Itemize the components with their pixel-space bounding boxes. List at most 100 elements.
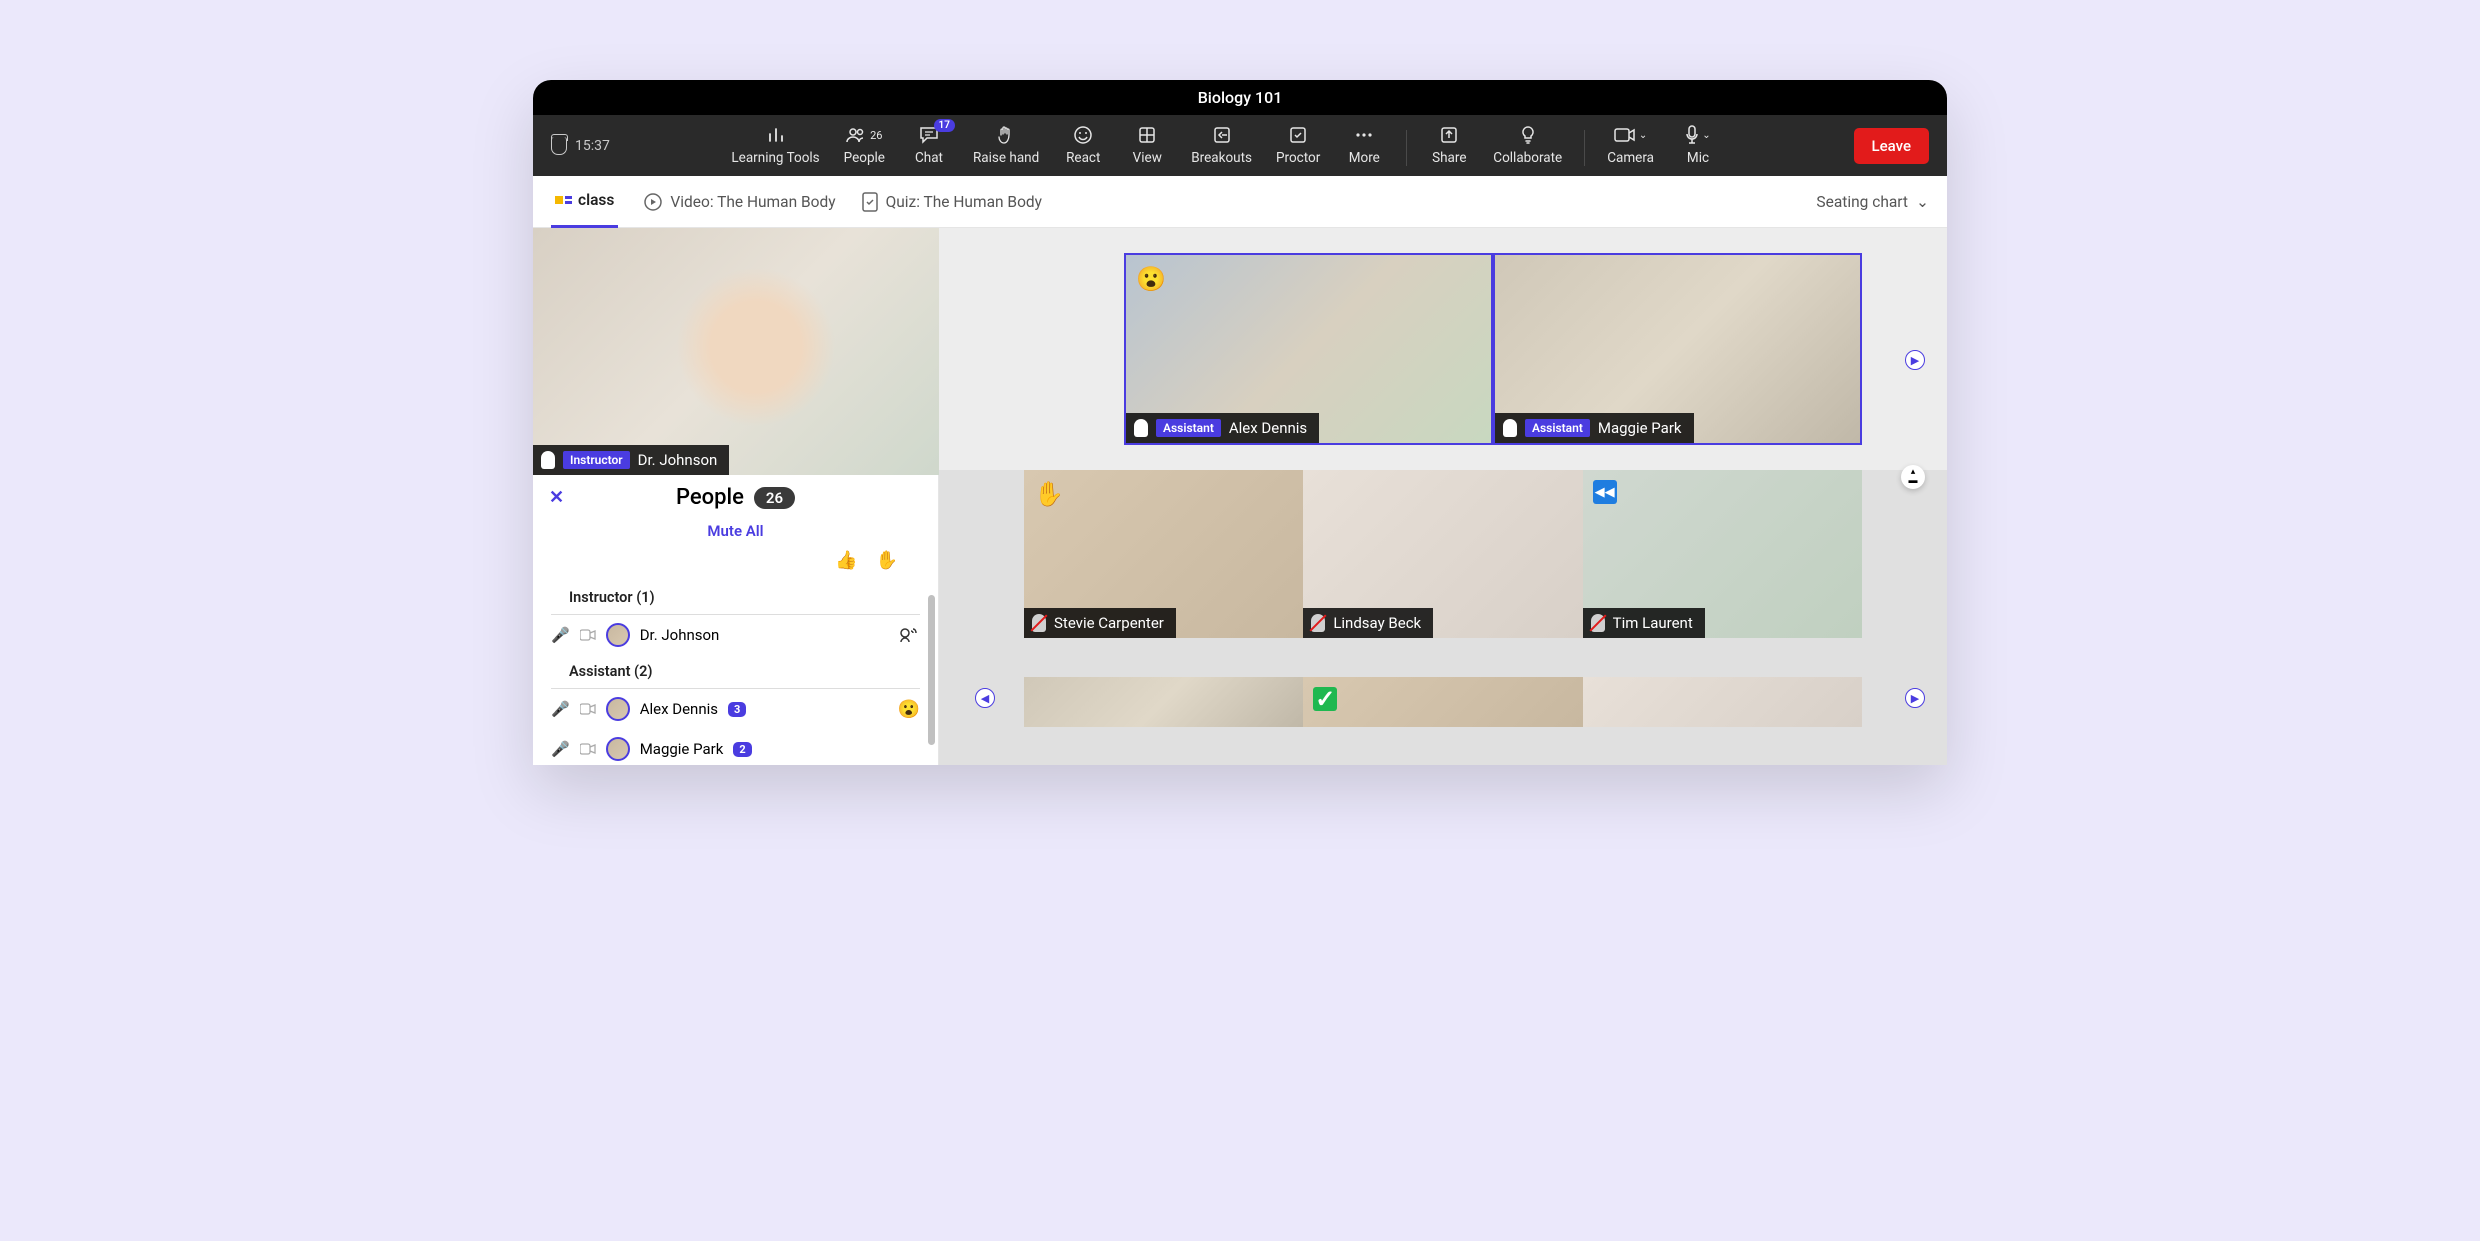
close-icon[interactable]: ✕	[549, 487, 564, 508]
chevron-down-icon: ⌄	[1639, 130, 1647, 141]
mic-icon[interactable]: 🎤	[551, 700, 570, 718]
mic-icon	[1134, 419, 1148, 437]
student-video-tile[interactable]: Lindsay Beck	[1303, 470, 1582, 638]
person-name: Maggie Park	[640, 740, 724, 758]
name-tag: Assistant Maggie Park	[1495, 413, 1694, 443]
seating-chart-dropdown[interactable]: Seating chart ⌄	[1816, 193, 1929, 211]
mic-icon	[541, 451, 555, 469]
student-video-tile[interactable]: ◀◀ Tim Laurent	[1583, 470, 1862, 638]
camera-button[interactable]: ⌄ Camera	[1595, 125, 1666, 166]
people-count-badge: 26	[870, 129, 882, 142]
play-circle-icon	[644, 193, 662, 211]
chat-badge: 17	[934, 119, 955, 132]
message-badge[interactable]: 2	[733, 742, 751, 757]
assistant-video-tile-1[interactable]: 😮 Assistant Alex Dennis	[1124, 253, 1493, 445]
share-button[interactable]: Share	[1417, 125, 1481, 166]
student-video-tile[interactable]: ✓	[1303, 677, 1582, 727]
avatar	[606, 697, 630, 721]
mic-icon[interactable]: 🎤	[551, 626, 570, 644]
mic-muted-icon	[1032, 614, 1046, 632]
view-button[interactable]: View	[1115, 125, 1179, 166]
speaking-icon	[898, 626, 920, 644]
raise-hand-button[interactable]: Raise hand	[961, 125, 1051, 166]
class-title: Biology 101	[1198, 88, 1283, 107]
people-panel-header: ✕ People 26	[533, 475, 938, 520]
check-badge: ✓	[1313, 687, 1337, 711]
chat-button[interactable]: 17 Chat	[897, 125, 961, 166]
chart-icon	[767, 125, 785, 145]
camera-icon[interactable]	[580, 703, 596, 715]
person-row-instructor[interactable]: 🎤 Dr. Johnson	[533, 615, 938, 655]
toolbar-center-group: Learning Tools 26 People 17 Chat	[719, 125, 1730, 166]
name-tag: Lindsay Beck	[1303, 608, 1433, 638]
section-instructor: Instructor (1)	[551, 581, 920, 615]
leave-button[interactable]: Leave	[1854, 128, 1930, 164]
people-button[interactable]: 26 People	[832, 125, 897, 166]
chevron-down-icon: ⌄	[1702, 130, 1710, 141]
people-panel-title: People	[676, 485, 744, 510]
timer-text: 15:37	[575, 138, 610, 154]
mic-button[interactable]: ⌄ Mic	[1666, 125, 1730, 166]
participant-name: Alex Dennis	[1229, 419, 1307, 437]
breakouts-button[interactable]: Breakouts	[1179, 125, 1264, 166]
right-column: 😮 Assistant Alex Dennis Assistant Maggie…	[939, 228, 1947, 765]
nav-next-button[interactable]: ▶	[1905, 350, 1925, 370]
proctor-button[interactable]: Proctor	[1264, 125, 1332, 166]
title-bar: Biology 101	[533, 80, 1947, 115]
person-row-assistant-2[interactable]: 🎤 Maggie Park 2	[533, 729, 938, 765]
student-video-tile[interactable]	[1024, 677, 1303, 727]
collapse-toggle[interactable]: ▴▬	[1901, 465, 1925, 489]
mic-muted-icon	[1311, 614, 1325, 632]
nav-next-button[interactable]: ▶	[1905, 688, 1925, 708]
mute-all-button[interactable]: Mute All	[533, 520, 938, 550]
student-video-tile[interactable]: ✋ Stevie Carpenter	[1024, 470, 1303, 638]
chevron-down-icon: ⌄	[1916, 193, 1929, 211]
mic-icon	[1503, 419, 1517, 437]
breakouts-icon	[1213, 125, 1231, 145]
tab-class[interactable]: class	[551, 176, 618, 228]
tab-video[interactable]: Video: The Human Body	[644, 193, 835, 211]
person-row-assistant-1[interactable]: 🎤 Alex Dennis 3 😮	[533, 689, 938, 729]
camera-icon[interactable]	[580, 629, 596, 641]
people-panel: ✕ People 26 Mute All 👍 ✋ Instructor (1) …	[533, 475, 939, 765]
content-area: Instructor Dr. Johnson ✕ People 26 Mute …	[533, 228, 1947, 765]
more-icon	[1354, 125, 1374, 145]
people-icon: 26	[846, 125, 882, 145]
document-check-icon	[862, 192, 878, 212]
thumbs-up-icon[interactable]: 👍	[835, 550, 857, 571]
raised-hand-icon[interactable]: ✋	[876, 550, 898, 571]
role-badge: Assistant	[1525, 419, 1590, 437]
proctor-icon	[1289, 125, 1307, 145]
collaborate-button[interactable]: Collaborate	[1481, 125, 1574, 166]
role-badge: Instructor	[563, 451, 630, 469]
class-logo-icon	[555, 196, 572, 204]
mic-icon[interactable]: 🎤	[551, 740, 570, 758]
camera-icon: ⌄	[1614, 125, 1647, 145]
scrollbar[interactable]	[928, 595, 935, 745]
video-placeholder	[1303, 677, 1582, 727]
learning-tools-button[interactable]: Learning Tools	[719, 125, 831, 166]
hand-icon	[998, 125, 1014, 145]
participant-name: Maggie Park	[1598, 419, 1682, 437]
nav-prev-button[interactable]: ◀	[975, 688, 995, 708]
tab-quiz[interactable]: Quiz: The Human Body	[862, 192, 1042, 212]
smile-icon	[1073, 125, 1093, 145]
mic-muted-icon	[1591, 614, 1605, 632]
raised-hand-emoji: ✋	[1034, 480, 1064, 508]
feedback-icons-row: 👍 ✋	[533, 550, 938, 581]
instructor-video-tile[interactable]: Instructor Dr. Johnson	[533, 228, 939, 475]
assistants-row: 😮 Assistant Alex Dennis Assistant Maggie…	[939, 228, 1947, 470]
student-video-tile[interactable]	[1583, 677, 1862, 727]
name-tag: Assistant Alex Dennis	[1126, 413, 1319, 443]
participant-name: Tim Laurent	[1613, 614, 1693, 632]
message-badge[interactable]: 3	[728, 702, 746, 717]
share-icon	[1440, 125, 1458, 145]
react-button[interactable]: React	[1051, 125, 1115, 166]
camera-icon[interactable]	[580, 743, 596, 755]
assistant-video-tile-2[interactable]: Assistant Maggie Park	[1493, 253, 1862, 445]
person-name: Dr. Johnson	[640, 626, 720, 644]
more-button[interactable]: More	[1332, 125, 1396, 166]
session-timer: 15:37	[551, 137, 610, 155]
instructor-name-tag: Instructor Dr. Johnson	[533, 445, 729, 475]
participant-name: Stevie Carpenter	[1054, 614, 1164, 632]
